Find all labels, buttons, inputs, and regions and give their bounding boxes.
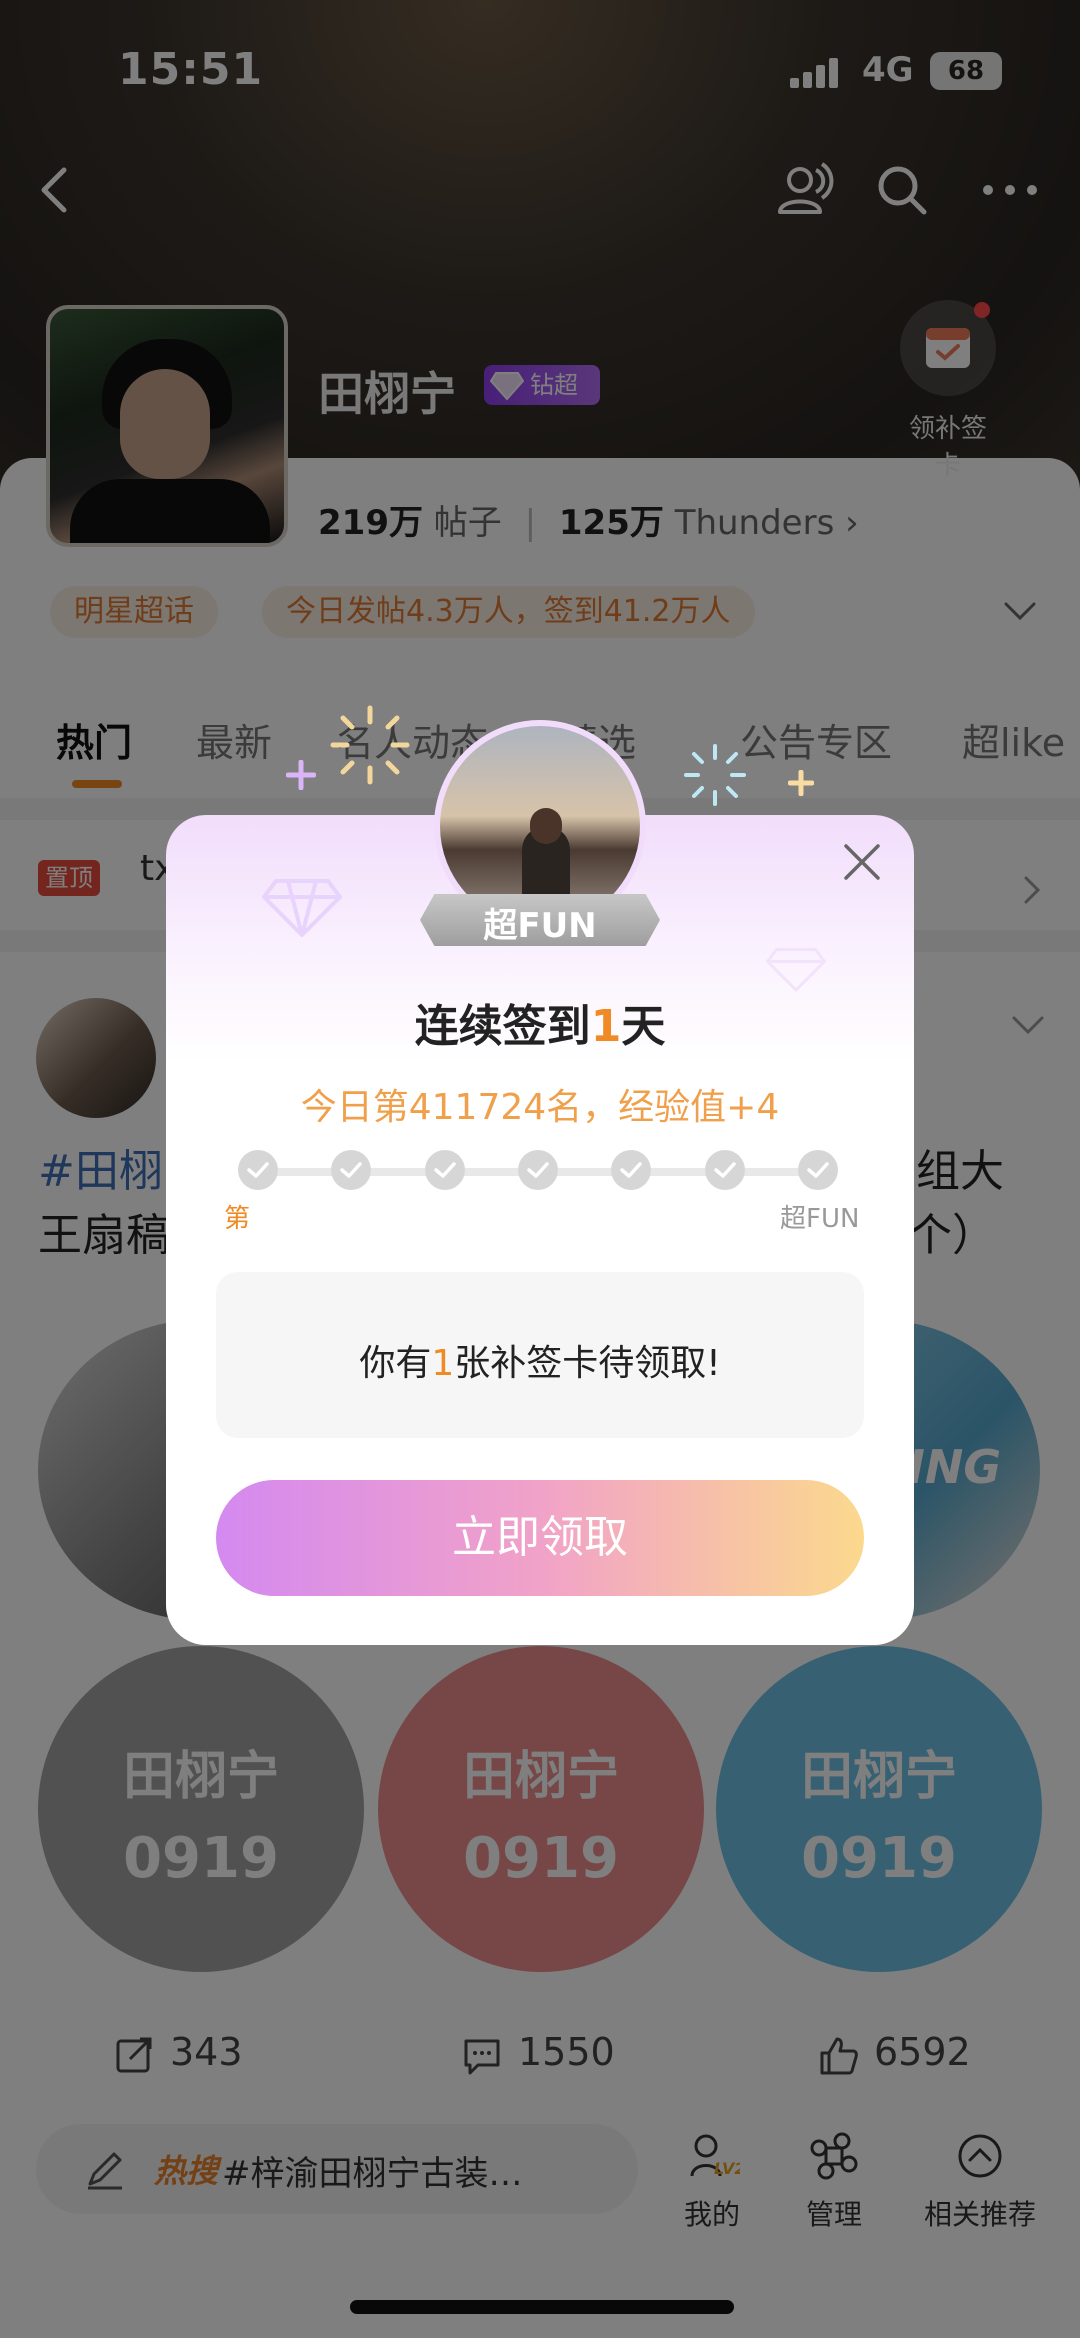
modal-title: 连续签到1天: [166, 990, 914, 1054]
notice-suffix: 张补签卡待领取!: [454, 1343, 721, 1384]
level-label: 超FUN: [483, 906, 597, 946]
title-suffix: 天: [621, 1001, 666, 1052]
claim-button[interactable]: 立即领取: [216, 1480, 864, 1596]
streak-step: [797, 1150, 838, 1190]
sparkle-icon: [684, 744, 746, 806]
streak-step: [704, 1150, 745, 1190]
notice-prefix: 你有: [359, 1343, 432, 1384]
sparkle-icon: [788, 770, 814, 796]
checkin-rank: 今日第411724名，经验值+4: [300, 1087, 780, 1128]
progress-end-label: 超FUN: [780, 1204, 860, 1234]
streak-days: 1: [590, 1001, 622, 1052]
notice-text: 你有1张补签卡待领取!: [216, 1334, 864, 1386]
streak-step: [517, 1150, 558, 1190]
streak-step: [611, 1150, 652, 1190]
level-ribbon: 超FUN: [420, 886, 660, 946]
diamond-icon: [766, 948, 826, 992]
diamond-icon: [262, 879, 342, 937]
title-prefix: 连续签到: [414, 1001, 591, 1052]
sparkle-icon: [286, 760, 316, 790]
streak-step: [238, 1150, 278, 1190]
close-icon[interactable]: [838, 838, 886, 886]
card-count: 1: [431, 1343, 455, 1384]
progress-start-label: 第: [224, 1204, 251, 1234]
streak-step: [424, 1150, 465, 1190]
sparkle-icon: [330, 705, 410, 785]
